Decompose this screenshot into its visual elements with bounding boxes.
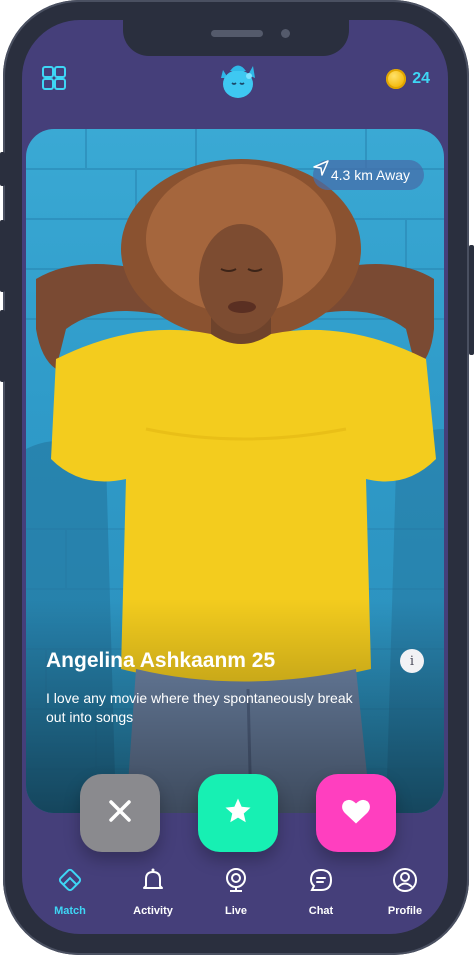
tab-live[interactable]: Live bbox=[201, 865, 271, 917]
distance-text: 4.3 km Away bbox=[330, 167, 410, 183]
coin-balance[interactable]: 24 bbox=[386, 68, 430, 90]
front-camera bbox=[281, 29, 290, 38]
volume-up-button bbox=[0, 220, 5, 292]
heart-icon bbox=[341, 797, 371, 830]
match-icon bbox=[35, 865, 105, 895]
tab-profile[interactable]: Profile bbox=[370, 865, 440, 917]
superlike-button[interactable] bbox=[198, 774, 278, 852]
star-icon bbox=[223, 796, 253, 831]
tab-activity[interactable]: Activity bbox=[118, 865, 188, 917]
profile-bio: I love any movie where they spontaneousl… bbox=[46, 690, 353, 725]
power-button bbox=[469, 245, 474, 355]
tab-label: Live bbox=[224, 905, 247, 917]
chat-icon bbox=[286, 865, 356, 895]
bell-icon bbox=[118, 865, 188, 895]
mute-switch bbox=[0, 152, 5, 186]
tab-label: Match bbox=[54, 905, 86, 917]
mascot-icon bbox=[215, 56, 261, 102]
profile-card[interactable]: 4.3 km Away Angelina Ashkaanm 25 i I lov… bbox=[26, 129, 444, 813]
coin-count: 24 bbox=[412, 70, 430, 87]
app-screen: 24 4.3 km Away Angelina Ashkaanm 25 i I … bbox=[22, 20, 448, 934]
tab-label: Profile bbox=[387, 905, 423, 917]
tab-label: Activity bbox=[133, 905, 173, 917]
tab-match[interactable]: Match bbox=[35, 865, 105, 917]
coin-icon bbox=[386, 69, 407, 89]
tab-chat[interactable]: Chat bbox=[286, 865, 356, 917]
notch bbox=[123, 20, 349, 56]
grid-icon[interactable] bbox=[42, 66, 66, 90]
bottom-tab-bar: Match Activity Live Chat Profile bbox=[22, 865, 448, 925]
profile-name: Angelina Ashkaanm 25 bbox=[46, 649, 276, 672]
info-button[interactable]: i bbox=[400, 649, 424, 673]
webcam-icon bbox=[201, 865, 271, 895]
close-icon bbox=[107, 798, 133, 829]
speaker-grille bbox=[211, 30, 263, 37]
like-button[interactable] bbox=[316, 774, 396, 852]
nope-button[interactable] bbox=[80, 774, 160, 852]
distance-badge: 4.3 km Away bbox=[312, 160, 424, 190]
tab-label: Chat bbox=[308, 905, 334, 917]
volume-down-button bbox=[0, 310, 5, 382]
user-icon bbox=[370, 865, 440, 895]
